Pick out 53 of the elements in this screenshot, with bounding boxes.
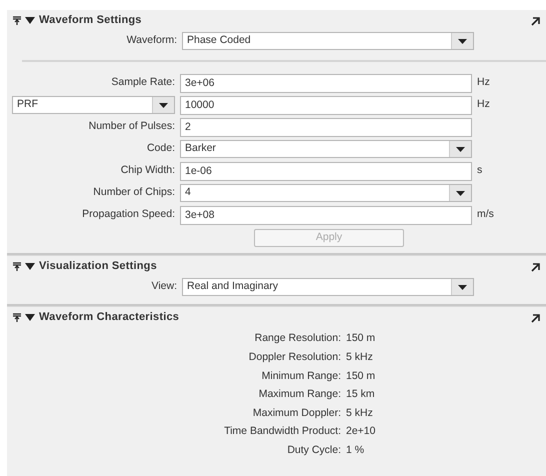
characteristic-label: Time Bandwidth Product:	[223, 424, 341, 440]
caret-icon	[456, 190, 465, 196]
characteristic-value: 1 %	[346, 442, 366, 458]
input-field[interactable]: 1e-06	[180, 162, 472, 180]
expand-toggle-icon[interactable]	[25, 262, 35, 271]
field-label: Code:	[146, 141, 175, 156]
input-field[interactable]: 2	[180, 118, 472, 136]
section-title: Visualization Settings	[39, 259, 157, 274]
dropdown[interactable]: 4	[180, 184, 472, 202]
expand-toggle-icon[interactable]	[25, 16, 35, 25]
pin-icon[interactable]	[13, 262, 21, 271]
pin-icon[interactable]	[13, 16, 21, 25]
characteristic-value: 150 m	[346, 368, 376, 384]
field-label: Sample Rate:	[110, 75, 175, 90]
input-field[interactable]: 3e+08	[180, 206, 472, 224]
characteristic-label: Doppler Resolution:	[248, 350, 341, 366]
field-label: Propagation Speed:	[81, 207, 175, 222]
field-label: View:	[150, 279, 177, 294]
characteristic-value: 2e+10	[346, 424, 376, 440]
section-title: Waveform Characteristics	[39, 310, 180, 326]
unit-label: m/s	[477, 207, 495, 222]
characteristic-label: Maximum Doppler:	[252, 406, 341, 421]
undock-icon[interactable]	[530, 16, 540, 26]
caret-icon	[458, 38, 467, 44]
characteristic-value: 15 km	[346, 387, 376, 402]
characteristic-label: Duty Cycle:	[286, 442, 341, 458]
characteristic-value: 5 kHz	[346, 350, 374, 366]
characteristic-label: Maximum Range:	[258, 387, 341, 402]
caret-icon	[159, 102, 168, 108]
field-label: Number of Pulses:	[88, 119, 175, 134]
unit-label: s	[477, 163, 484, 178]
characteristic-value: 150 m	[346, 331, 376, 346]
field-label: Chip Width:	[120, 163, 175, 178]
dropdown[interactable]: Phase Coded	[182, 32, 474, 50]
dropdown[interactable]: Barker	[180, 140, 472, 158]
caret-icon	[456, 146, 465, 152]
input-field[interactable]: 10000	[180, 96, 472, 114]
input-field[interactable]: 3e+06	[180, 74, 472, 92]
undock-icon[interactable]	[530, 312, 540, 322]
unit-label: Hz	[477, 97, 491, 112]
expand-toggle-icon[interactable]	[25, 313, 35, 322]
label-dropdown[interactable]: PRF	[12, 96, 175, 114]
pin-icon[interactable]	[13, 313, 21, 322]
field-label: Waveform:	[126, 33, 177, 48]
unit-label: Hz	[477, 75, 491, 90]
field-label: Number of Chips:	[92, 185, 175, 200]
dropdown[interactable]: Real and Imaginary	[182, 278, 474, 296]
characteristic-label: Minimum Range:	[260, 368, 341, 384]
section-title: Waveform Settings	[39, 13, 142, 28]
caret-icon	[458, 284, 467, 290]
undock-icon[interactable]	[530, 262, 540, 272]
characteristic-value: 5 kHz	[346, 406, 374, 421]
characteristic-label: Range Resolution:	[254, 331, 341, 346]
